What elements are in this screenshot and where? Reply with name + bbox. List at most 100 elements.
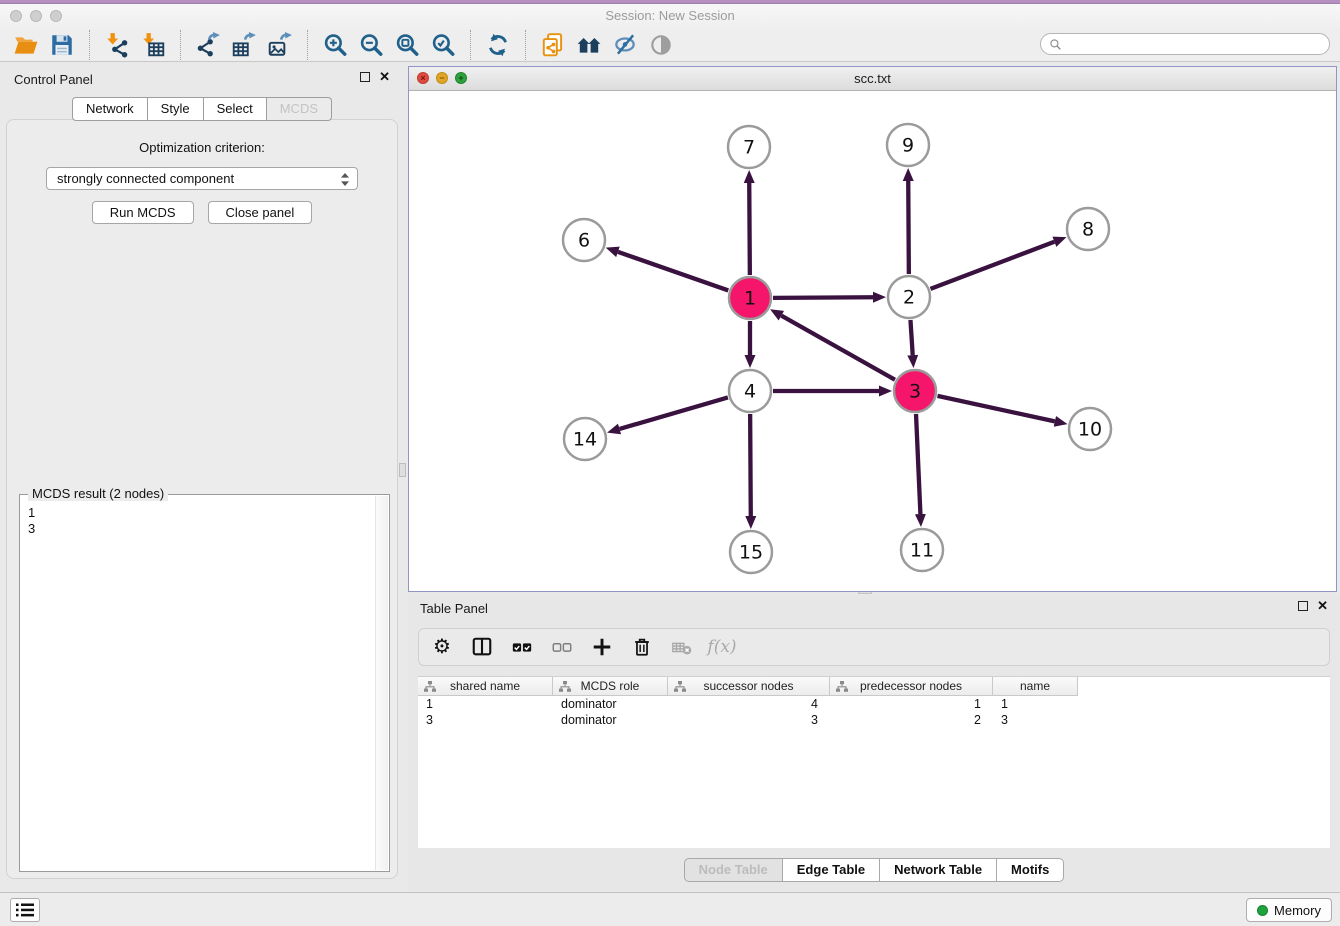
edge-3-11[interactable] xyxy=(916,414,920,514)
node-label-15: 15 xyxy=(739,542,763,564)
edge-1-2[interactable] xyxy=(773,297,873,298)
import-table-icon[interactable] xyxy=(135,30,171,60)
node-label-4: 4 xyxy=(744,381,756,403)
save-session-icon[interactable] xyxy=(44,30,80,60)
main-toolbar xyxy=(0,28,1340,62)
show-graphics-details-icon[interactable] xyxy=(607,30,643,60)
control-panel-title: Control Panel xyxy=(14,72,93,87)
close-table-panel-icon[interactable]: ✕ xyxy=(1317,601,1328,611)
column-header-successor-nodes: successor nodes xyxy=(703,679,793,693)
control-panel-header: Control Panel ✕ xyxy=(0,62,404,92)
cell-successor-nodes[interactable]: 4 xyxy=(668,696,830,712)
edge-1-7[interactable] xyxy=(749,183,750,275)
edge-2-8[interactable] xyxy=(931,242,1055,289)
node-label-2: 2 xyxy=(903,287,915,309)
edge-4-14[interactable] xyxy=(620,397,728,429)
unselect-all-icon[interactable] xyxy=(549,634,575,660)
node-table[interactable]: shared nameMCDS role successor nodes prede… xyxy=(418,676,1330,848)
table-row[interactable]: 3dominator323 xyxy=(418,712,1330,728)
table-body: 1dominator4113dominator323 xyxy=(418,696,1330,728)
home-layout-icon[interactable] xyxy=(571,30,607,60)
close-panel-icon[interactable]: ✕ xyxy=(379,72,390,82)
import-network-icon[interactable] xyxy=(99,30,135,60)
edge-3-1[interactable] xyxy=(781,316,895,380)
edge-1-6[interactable] xyxy=(618,252,728,291)
tab-node-table[interactable]: Node Table xyxy=(684,858,783,882)
float-panel-icon[interactable] xyxy=(360,72,370,82)
node-label-3: 3 xyxy=(909,381,921,403)
status-bar: Memory xyxy=(0,892,1340,926)
table-column-header[interactable]: shared name xyxy=(418,677,553,696)
edge-2-3[interactable] xyxy=(910,320,912,355)
search-input[interactable] xyxy=(1066,35,1329,53)
tab-network[interactable]: Network xyxy=(72,97,148,121)
function-builder-icon[interactable]: f(x) xyxy=(709,634,735,660)
delete-column-icon[interactable] xyxy=(669,634,695,660)
toolbar-separator xyxy=(180,30,181,60)
cell-successor-nodes[interactable]: 3 xyxy=(668,712,830,728)
node-label-1: 1 xyxy=(744,288,756,310)
tab-style[interactable]: Style xyxy=(148,97,204,121)
zoom-out-icon[interactable] xyxy=(353,30,389,60)
memory-label: Memory xyxy=(1274,903,1321,918)
criterion-select[interactable]: strongly connected component xyxy=(46,167,358,190)
result-scrollbar[interactable] xyxy=(375,496,388,870)
export-image-icon[interactable] xyxy=(262,30,298,60)
edge-4-15[interactable] xyxy=(750,414,751,516)
tab-motifs[interactable]: Motifs xyxy=(997,858,1064,882)
optimization-criterion-label: Optimization criterion: xyxy=(7,140,397,155)
add-row-icon[interactable] xyxy=(589,634,615,660)
table-header-row: shared nameMCDS role successor nodes prede… xyxy=(418,677,1330,696)
network-canvas[interactable]: 7968124314101511 xyxy=(409,91,1336,591)
edge-2-9[interactable] xyxy=(908,181,909,274)
table-column-header[interactable]: name xyxy=(993,677,1078,696)
cell-shared-name[interactable]: 1 xyxy=(418,696,553,712)
application-window: Session: New Session xyxy=(0,0,1340,926)
export-network-icon[interactable] xyxy=(190,30,226,60)
tab-edge-table[interactable]: Edge Table xyxy=(783,858,880,882)
delete-row-icon[interactable] xyxy=(629,634,655,660)
close-panel-button[interactable]: Close panel xyxy=(208,201,313,224)
zoom-selected-icon[interactable] xyxy=(425,30,461,60)
column-header-predecessor-nodes: predecessor nodes xyxy=(860,679,962,693)
open-session-icon[interactable] xyxy=(8,30,44,60)
table-row[interactable]: 1dominator411 xyxy=(418,696,1330,712)
cell-MCDS-role[interactable]: dominator xyxy=(553,712,668,728)
search-field[interactable] xyxy=(1040,33,1330,55)
network-title: scc.txt xyxy=(409,71,1336,86)
show-columns-icon[interactable] xyxy=(469,634,495,660)
copy-network-icon[interactable] xyxy=(535,30,571,60)
memory-button[interactable]: Memory xyxy=(1246,898,1332,922)
refresh-icon[interactable] xyxy=(480,30,516,60)
tab-mcds[interactable]: MCDS xyxy=(267,97,332,121)
column-settings-icon[interactable]: ⚙ xyxy=(429,634,455,660)
birds-eye-view-icon[interactable] xyxy=(643,30,679,60)
zoom-fit-icon[interactable] xyxy=(389,30,425,60)
table-column-header[interactable]: successor nodes xyxy=(668,677,830,696)
cell-MCDS-role[interactable]: dominator xyxy=(553,696,668,712)
network-view-window: × − + scc.txt 7968124314101511 xyxy=(408,66,1337,592)
memory-status-icon xyxy=(1257,905,1268,916)
tab-select[interactable]: Select xyxy=(204,97,267,121)
vertical-divider-grip[interactable] xyxy=(399,463,406,477)
cell-predecessor-nodes[interactable]: 1 xyxy=(830,696,993,712)
export-table-icon[interactable] xyxy=(226,30,262,60)
cell-predecessor-nodes[interactable]: 2 xyxy=(830,712,993,728)
mcds-panel: Optimization criterion: strongly connect… xyxy=(6,119,398,879)
table-column-header[interactable]: predecessor nodes xyxy=(830,677,993,696)
table-column-header[interactable]: MCDS role xyxy=(553,677,668,696)
toolbar-separator xyxy=(307,30,308,60)
cell-name[interactable]: 3 xyxy=(993,712,1078,728)
run-mcds-button[interactable]: Run MCDS xyxy=(92,201,194,224)
zoom-in-icon[interactable] xyxy=(317,30,353,60)
table-panel-title: Table Panel xyxy=(420,601,488,616)
edge-3-10[interactable] xyxy=(937,396,1054,421)
select-all-icon[interactable] xyxy=(509,634,535,660)
float-table-panel-icon[interactable] xyxy=(1298,601,1308,611)
criterion-value: strongly connected component xyxy=(57,171,234,186)
task-history-button[interactable] xyxy=(10,898,40,922)
toolbar-separator xyxy=(525,30,526,60)
cell-shared-name[interactable]: 3 xyxy=(418,712,553,728)
cell-name[interactable]: 1 xyxy=(993,696,1078,712)
tab-network-table[interactable]: Network Table xyxy=(880,858,997,882)
